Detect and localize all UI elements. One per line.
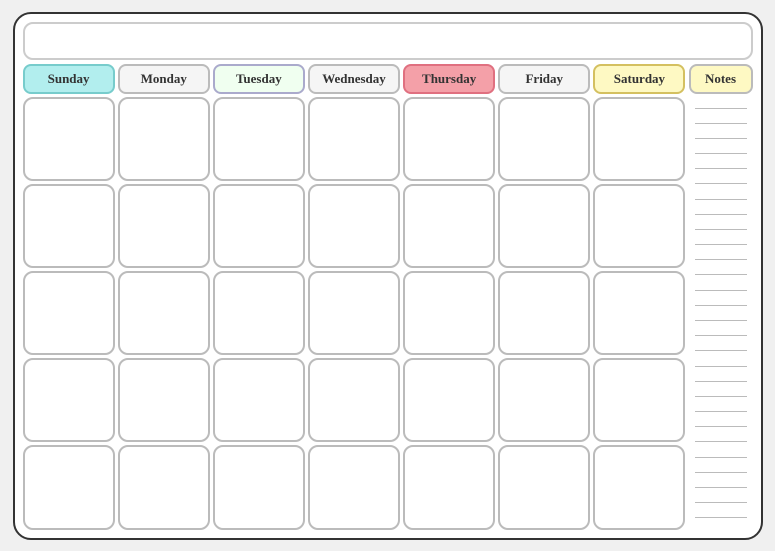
cell-week2-sunday[interactable] — [23, 184, 115, 268]
header-thursday: Thursday — [403, 64, 495, 94]
note-line — [695, 441, 747, 442]
cell-week2-monday[interactable] — [118, 184, 210, 268]
cell-week4-saturday[interactable] — [593, 358, 685, 442]
cell-week1-tuesday[interactable] — [213, 97, 305, 181]
note-line — [695, 320, 747, 321]
header-saturday: Saturday — [593, 64, 685, 94]
note-line — [695, 168, 747, 169]
cell-week5-monday[interactable] — [118, 445, 210, 529]
cell-week2-saturday[interactable] — [593, 184, 685, 268]
cell-week4-monday[interactable] — [118, 358, 210, 442]
header-friday: Friday — [498, 64, 590, 94]
calendar-grid: SundayMondayTuesdayWednesdayThursdayFrid… — [23, 64, 753, 530]
cell-week2-wednesday[interactable] — [308, 184, 400, 268]
note-line — [695, 381, 747, 382]
note-line — [695, 259, 747, 260]
header-row: SundayMondayTuesdayWednesdayThursdayFrid… — [23, 64, 686, 94]
weeks-area — [23, 97, 686, 530]
cell-week5-friday[interactable] — [498, 445, 590, 529]
cell-week3-thursday[interactable] — [403, 271, 495, 355]
note-line — [695, 274, 747, 275]
cell-week1-monday[interactable] — [118, 97, 210, 181]
note-line — [695, 138, 747, 139]
note-line — [695, 229, 747, 230]
note-line — [695, 396, 747, 397]
calendar: SundayMondayTuesdayWednesdayThursdayFrid… — [13, 12, 763, 540]
cell-week2-thursday[interactable] — [403, 184, 495, 268]
cell-week4-friday[interactable] — [498, 358, 590, 442]
title-bar[interactable] — [23, 22, 753, 60]
note-line — [695, 350, 747, 351]
note-line — [695, 123, 747, 124]
cell-week4-wednesday[interactable] — [308, 358, 400, 442]
cell-week1-friday[interactable] — [498, 97, 590, 181]
note-line — [695, 108, 747, 109]
note-line — [695, 153, 747, 154]
days-section: SundayMondayTuesdayWednesdayThursdayFrid… — [23, 64, 686, 530]
cell-week2-tuesday[interactable] — [213, 184, 305, 268]
week-row-2 — [23, 184, 686, 268]
note-line — [695, 411, 747, 412]
note-line — [695, 517, 747, 518]
week-row-4 — [23, 358, 686, 442]
cell-week4-sunday[interactable] — [23, 358, 115, 442]
cell-week3-friday[interactable] — [498, 271, 590, 355]
cell-week5-tuesday[interactable] — [213, 445, 305, 529]
note-line — [695, 366, 747, 367]
cell-week5-wednesday[interactable] — [308, 445, 400, 529]
note-line — [695, 502, 747, 503]
header-monday: Monday — [118, 64, 210, 94]
week-row-3 — [23, 271, 686, 355]
note-line — [695, 487, 747, 488]
note-line — [695, 472, 747, 473]
cell-week1-wednesday[interactable] — [308, 97, 400, 181]
cell-week4-thursday[interactable] — [403, 358, 495, 442]
note-line — [695, 214, 747, 215]
note-line — [695, 426, 747, 427]
cell-week1-thursday[interactable] — [403, 97, 495, 181]
cell-week3-saturday[interactable] — [593, 271, 685, 355]
notes-header: Notes — [689, 64, 753, 94]
cell-week1-saturday[interactable] — [593, 97, 685, 181]
week-row-1 — [23, 97, 686, 181]
note-line — [695, 199, 747, 200]
note-line — [695, 457, 747, 458]
header-wednesday: Wednesday — [308, 64, 400, 94]
header-tuesday: Tuesday — [213, 64, 305, 94]
note-line — [695, 335, 747, 336]
cell-week2-friday[interactable] — [498, 184, 590, 268]
note-line — [695, 244, 747, 245]
cell-week3-monday[interactable] — [118, 271, 210, 355]
note-line — [695, 183, 747, 184]
cell-week5-thursday[interactable] — [403, 445, 495, 529]
week-row-5 — [23, 445, 686, 529]
cell-week5-saturday[interactable] — [593, 445, 685, 529]
cell-week5-sunday[interactable] — [23, 445, 115, 529]
header-sunday: Sunday — [23, 64, 115, 94]
notes-section: Notes — [689, 64, 753, 530]
cell-week3-sunday[interactable] — [23, 271, 115, 355]
notes-lines-area[interactable] — [689, 97, 753, 530]
cell-week3-tuesday[interactable] — [213, 271, 305, 355]
cell-week4-tuesday[interactable] — [213, 358, 305, 442]
cell-week1-sunday[interactable] — [23, 97, 115, 181]
note-line — [695, 290, 747, 291]
cell-week3-wednesday[interactable] — [308, 271, 400, 355]
note-line — [695, 305, 747, 306]
